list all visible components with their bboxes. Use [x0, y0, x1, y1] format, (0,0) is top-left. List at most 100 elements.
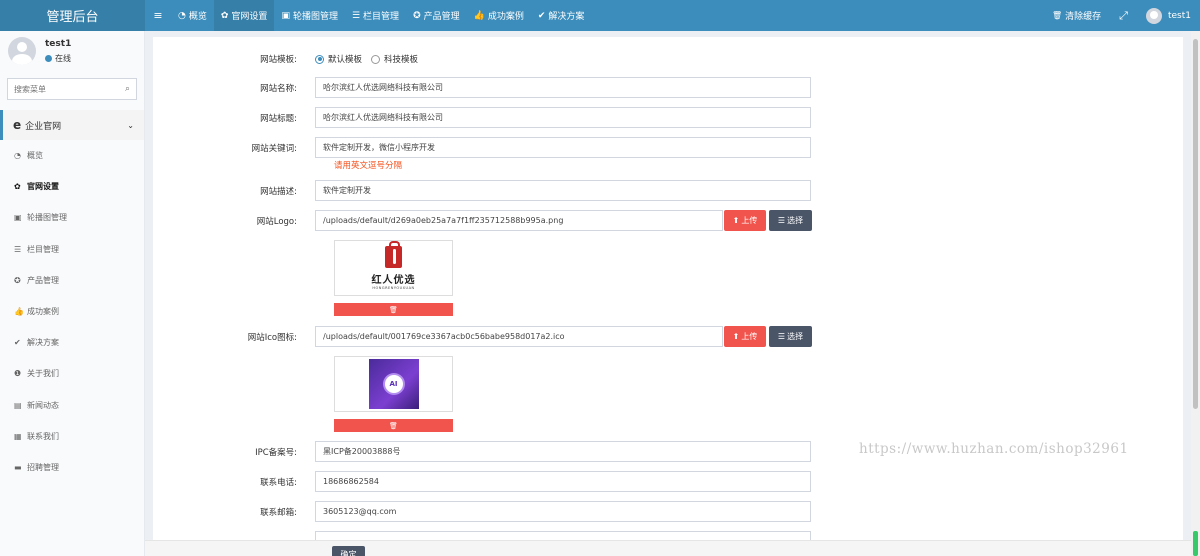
- keywords-input[interactable]: 软件定制开发，微信小程序开发: [315, 137, 811, 158]
- thumbs-up-icon: 👍: [14, 307, 24, 317]
- phone-row: 联系电话: 18686862584: [153, 471, 811, 492]
- description-input[interactable]: 软件定制开发: [315, 180, 811, 201]
- logo-row: 网站Logo: /uploads/default/d269a0eb25a7a7f…: [153, 210, 812, 231]
- image-icon: ▣: [14, 213, 22, 223]
- logo-preview: 红人优选 HONGRENYOUXUAN: [334, 240, 453, 296]
- submit-button[interactable]: 确定: [332, 546, 365, 556]
- top-nav: ◔ 概览 ✿ 官网设置 ▣ 轮播图管理 ☰ 栏目管理 ✪ 产品管理 👍 成功案例 ✔ 解决方案: [171, 0, 591, 31]
- logo-select-button[interactable]: ☰ 选择: [769, 210, 812, 231]
- sidebar-item-contact[interactable]: ▦ 联系我们: [0, 421, 144, 452]
- list-icon: ☰: [14, 244, 22, 254]
- logo-image: 红人优选 HONGRENYOUXUAN: [372, 241, 416, 290]
- dashboard-icon: ◔: [178, 10, 186, 21]
- list-icon: ☰: [777, 216, 786, 225]
- trash-icon: 🗑: [389, 305, 398, 314]
- sidebar-item-site-settings[interactable]: ✿ 官网设置: [0, 171, 144, 202]
- site-title-row: 网站标题: 哈尔滨红人优选网络科技有限公司: [153, 107, 811, 128]
- user-panel: test1 在线: [0, 31, 144, 71]
- trash-icon: 🗑: [1052, 11, 1063, 20]
- info-icon: ❶: [14, 369, 22, 379]
- thumbs-up-icon: 👍: [473, 10, 485, 21]
- nav-columns[interactable]: ☰ 栏目管理: [345, 0, 406, 31]
- favicon-row: 网站Ico图标: /uploads/default/001769ce3367ac…: [153, 326, 812, 347]
- avatar: [1145, 7, 1162, 24]
- app-logo[interactable]: 管理后台: [0, 0, 145, 31]
- check-circle-icon: ✔: [537, 10, 546, 21]
- email-row: 联系邮箱: 3605123@qq.com: [153, 501, 811, 522]
- logo-path-input[interactable]: /uploads/default/d269a0eb25a7a7f1ff23571…: [315, 210, 723, 231]
- image-icon: ▣: [281, 10, 290, 21]
- phone-input[interactable]: 18686862584: [315, 471, 811, 492]
- sidebar-item-overview[interactable]: ◔ 概览: [0, 140, 144, 171]
- nav-cases[interactable]: 👍 成功案例: [467, 0, 531, 31]
- dashboard-icon: ◔: [14, 151, 21, 161]
- sidebar-item-banner[interactable]: ▣ 轮播图管理: [0, 202, 144, 233]
- sidebar-item-solutions[interactable]: ✔ 解决方案: [0, 327, 144, 358]
- search-input[interactable]: [14, 84, 125, 94]
- scrollbar[interactable]: [1191, 31, 1200, 556]
- sidebar-item-about[interactable]: ❶ 关于我们: [0, 358, 144, 389]
- gear-icon: ✿: [14, 182, 21, 192]
- template-label: 网站模板:: [260, 55, 297, 65]
- icp-input[interactable]: 黑ICP备20003888号: [315, 441, 811, 462]
- menu-search: ⌕: [7, 78, 137, 100]
- favicon-select-button[interactable]: ☰ 选择: [769, 326, 812, 347]
- user-menu[interactable]: test1: [1137, 7, 1200, 24]
- logo-delete-button[interactable]: 🗑: [334, 303, 453, 316]
- sidebar-group-website[interactable]: e 企业官网 ⌄: [0, 110, 144, 140]
- sidebar-item-cases[interactable]: 👍 成功案例: [0, 296, 144, 327]
- search-icon[interactable]: ⌕: [125, 84, 130, 94]
- avatar: [8, 37, 36, 65]
- template-tech-radio[interactable]: 科技模板: [371, 53, 418, 65]
- sidebar-item-recruit[interactable]: ▬ 招聘管理: [0, 452, 144, 483]
- email-input[interactable]: 3605123@qq.com: [315, 501, 811, 522]
- sidebar-item-products[interactable]: ✪ 产品管理: [0, 265, 144, 296]
- template-row: 网站模板: 默认模板 科技模板: [153, 53, 427, 65]
- contact-card-icon: ▦: [14, 431, 22, 441]
- site-name-input[interactable]: 哈尔滨红人优选网络科技有限公司: [315, 77, 811, 98]
- product-icon: ✪: [413, 10, 421, 21]
- favicon-delete-button[interactable]: 🗑: [334, 419, 453, 432]
- description-row: 网站描述: 软件定制开发: [153, 180, 811, 201]
- gear-icon: ✿: [220, 10, 229, 21]
- site-title-input[interactable]: 哈尔滨红人优选网络科技有限公司: [315, 107, 811, 128]
- scrollbar-thumb[interactable]: [1193, 39, 1198, 409]
- favicon-preview: AI: [334, 356, 453, 412]
- favicon-image: AI: [368, 359, 419, 409]
- keywords-hint: 请用英文逗号分隔: [334, 161, 403, 171]
- newspaper-icon: ▤: [14, 400, 22, 410]
- upload-icon: ⬆: [732, 332, 740, 341]
- nav-products[interactable]: ✪ 产品管理: [406, 0, 467, 31]
- nav-site-settings[interactable]: ✿ 官网设置: [213, 0, 275, 31]
- favicon-path-input[interactable]: /uploads/default/001769ce3367acb0c56babe…: [315, 326, 723, 347]
- sidebar-item-news[interactable]: ▤ 新闻动态: [0, 390, 144, 421]
- top-navbar: 管理后台 ≡ ◔ 概览 ✿ 官网设置 ▣ 轮播图管理 ☰ 栏目管理 ✪ 产品管理 👍 成功案…: [0, 0, 1200, 31]
- logo-upload-button[interactable]: ⬆ 上传: [724, 210, 766, 231]
- sidebar-toggle-icon[interactable]: ≡: [145, 9, 171, 22]
- top-right-tools: 🗑 清除缓存 ⤢ test1: [1043, 0, 1200, 31]
- fullscreen-icon[interactable]: ⤢: [1110, 9, 1137, 23]
- nav-banner[interactable]: ▣ 轮播图管理: [274, 0, 345, 31]
- nav-solutions[interactable]: ✔ 解决方案: [531, 0, 592, 31]
- nav-overview[interactable]: ◔ 概览: [171, 0, 214, 31]
- e-icon: e: [13, 118, 22, 132]
- product-icon: ✪: [14, 275, 21, 285]
- keywords-row: 网站关键词: 软件定制开发，微信小程序开发: [153, 137, 811, 158]
- sidebar-item-columns[interactable]: ☰ 栏目管理: [0, 234, 144, 265]
- favicon-upload-button[interactable]: ⬆ 上传: [724, 326, 766, 347]
- ai-logo-icon: AI: [384, 375, 403, 393]
- check-circle-icon: ✔: [14, 338, 21, 348]
- list-icon: ☰: [777, 332, 786, 341]
- chevron-down-icon: ⌄: [127, 120, 134, 130]
- clear-cache-button[interactable]: 🗑 清除缓存: [1043, 9, 1110, 22]
- form-footer: [145, 540, 1200, 556]
- radio-checked-icon: [315, 54, 324, 64]
- template-default-radio[interactable]: 默认模板: [315, 53, 362, 65]
- site-name-row: 网站名称: 哈尔滨红人优选网络科技有限公司: [153, 77, 811, 98]
- online-dot-icon: [45, 54, 52, 62]
- user-status: 在线: [45, 53, 71, 64]
- user-name: test1: [45, 38, 72, 49]
- scroll-indicator: [1193, 531, 1198, 556]
- list-icon: ☰: [351, 10, 361, 21]
- icp-row: IPC备案号: 黑ICP备20003888号: [153, 441, 811, 462]
